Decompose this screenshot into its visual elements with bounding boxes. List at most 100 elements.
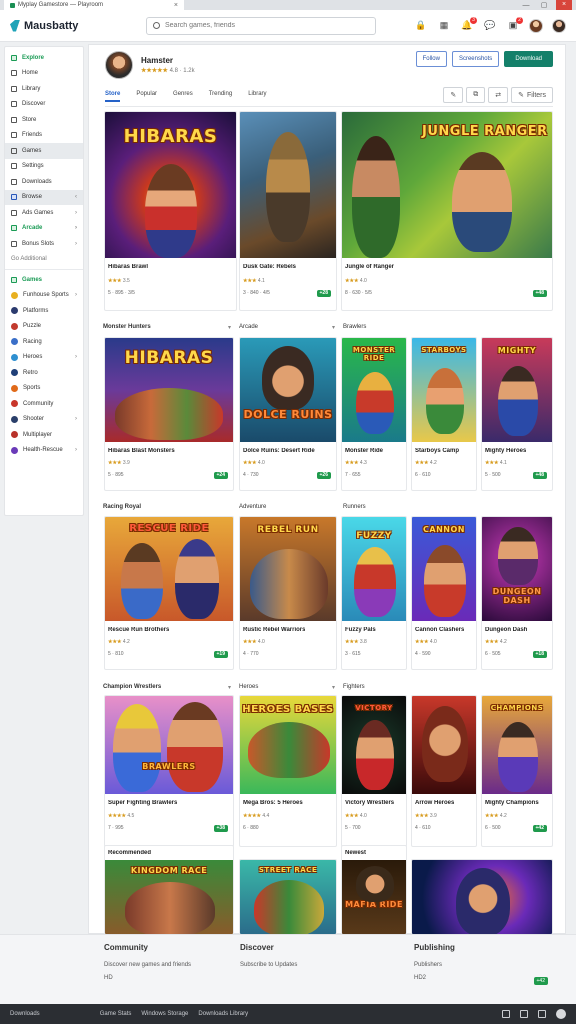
avatar[interactable] [552, 18, 566, 33]
sidebar-item-explore[interactable]: Explore [5, 50, 83, 66]
chevron-right-icon[interactable]: › [75, 225, 77, 231]
status-link[interactable]: Windows Storage [141, 1011, 188, 1017]
game-card[interactable]: REBEL RUN Rustic Rebel Warriors ★★★ 4.0 … [239, 516, 337, 670]
tab-store[interactable]: Store [105, 91, 121, 102]
sidebar-item-games-2[interactable]: Games [5, 272, 83, 288]
sidebar-item-games[interactable]: Games [5, 143, 83, 159]
game-title[interactable]: Dungeon Dash [485, 627, 527, 633]
share-icon[interactable]: ⇄ [488, 87, 509, 103]
game-title[interactable]: Mega Bros: 5 Heroes [243, 800, 303, 806]
game-title[interactable]: Hibaras Blast Monsters [108, 448, 175, 454]
game-title[interactable]: Super Fighting Brawlers [108, 800, 177, 806]
grid-icon[interactable]: ▦ [437, 19, 451, 33]
game-title[interactable]: Victory Wrestlers [345, 800, 394, 806]
chevron-down-icon[interactable]: ▾ [332, 324, 335, 331]
edit-icon[interactable]: ✎ [443, 87, 464, 103]
screenshots-button[interactable]: Screenshots [451, 51, 500, 67]
minimize-icon[interactable]: — [520, 2, 532, 9]
section-label[interactable]: Heroes ▾ [239, 684, 343, 691]
app-logo[interactable]: Mausbatty [0, 19, 140, 32]
game-title[interactable]: Jungle of Ranger [345, 264, 394, 270]
chevron-right-icon[interactable]: › [75, 241, 77, 247]
game-card[interactable] [411, 859, 553, 935]
game-title[interactable]: Arrow Heroes [415, 800, 454, 806]
sidebar-item-health-rescue[interactable]: Health-Rescue › [5, 443, 83, 459]
tab-popular[interactable]: Popular [136, 91, 157, 102]
sidebar-item-platforms[interactable]: Platforms [5, 303, 83, 319]
sidebar-item-browse[interactable]: Browse ‹ [5, 189, 83, 205]
chevron-right-icon[interactable]: › [75, 292, 77, 298]
game-card[interactable]: BRAWLERS Super Fighting Brawlers ★★★★ 4.… [104, 695, 234, 847]
section-label[interactable]: Adventure [239, 504, 343, 510]
section-label[interactable]: Arcade ▾ [239, 324, 343, 331]
cart-icon[interactable]: ▣ 2 [506, 16, 523, 33]
game-card[interactable]: DUNGEON DASH Dungeon Dash ★★★ 4.2 6 · 50… [481, 516, 553, 670]
section-label[interactable]: Brawlers [343, 324, 366, 330]
game-title[interactable]: Monster Ride [345, 448, 383, 454]
tab-genres[interactable]: Genres [173, 91, 193, 102]
footer-link[interactable]: Discover new games and friends [104, 962, 191, 968]
sidebar-item-friends[interactable]: Friends [5, 128, 83, 144]
section-label[interactable]: Monster Hunters ▾ [103, 324, 239, 331]
sidebar-item-arcade[interactable]: Arcade › [5, 221, 83, 237]
section-label[interactable]: Runners [343, 504, 366, 510]
chevron-down-icon[interactable]: ▾ [332, 684, 335, 691]
sidebar-item-downloads[interactable]: Downloads [5, 174, 83, 190]
search-input[interactable] [165, 22, 355, 29]
avatar[interactable] [529, 18, 543, 33]
game-card[interactable]: MONSTER RIDE Monster Ride ★★★ 4.3 7 · 65… [341, 337, 407, 491]
browser-tab[interactable]: Myplay Gamestore — Playroom × [4, 0, 184, 10]
sidebar-item-shooter[interactable]: Shooter › [5, 412, 83, 428]
game-card[interactable]: Arrow Heroes ★★★ 3.9 4 · 610 [411, 695, 477, 847]
game-title[interactable]: Rescue Run Brothers [108, 627, 169, 633]
tab-trending[interactable]: Trending [209, 91, 232, 102]
chevron-right-icon[interactable]: › [75, 447, 77, 453]
game-title[interactable]: Dolce Ruins: Desert Ride [243, 448, 315, 454]
footer-link[interactable]: HD [104, 975, 191, 981]
game-card[interactable]: STARBOYS Starboys Camp ★★★ 4.2 6 · 610 [411, 337, 477, 491]
game-card[interactable]: CHAMPIONS Mighty Champions ★★★ 4.2 6 · 5… [481, 695, 553, 847]
notification-icon[interactable]: 🔔 3 [460, 16, 477, 33]
section-label[interactable]: Champion Wrestlers ▾ [103, 684, 239, 691]
tray-icon[interactable] [520, 1010, 528, 1018]
section-label[interactable]: Fighters [343, 684, 365, 690]
sidebar-item-ads-games[interactable]: Ads Games › [5, 205, 83, 221]
sidebar-item-puzzle[interactable]: Puzzle [5, 319, 83, 335]
sidebar-item-home[interactable]: Home [5, 66, 83, 82]
download-button[interactable]: Download [504, 51, 553, 67]
sidebar-item-additional[interactable]: Go Additional [5, 252, 83, 268]
sidebar-item-sports[interactable]: Sports [5, 381, 83, 397]
game-card[interactable]: VICTORY Victory Wrestlers ★★★ 4.0 5 · 70… [341, 695, 407, 847]
game-title[interactable]: Cannon Clashers [415, 627, 464, 633]
game-card[interactable]: Recommended KINGDOM RACE [104, 845, 234, 935]
sidebar-item-discover[interactable]: Discover [5, 97, 83, 113]
chevron-right-icon[interactable]: › [75, 416, 77, 422]
game-title[interactable]: Rustic Rebel Warriors [243, 627, 305, 633]
profile-header[interactable]: Hamster ★★★★★ 4.8 · 1.2k [105, 51, 195, 79]
game-title[interactable]: Mighty Heroes [485, 448, 526, 454]
sidebar-item-retro[interactable]: Retro [5, 365, 83, 381]
chevron-down-icon[interactable]: ▾ [228, 324, 231, 331]
sidebar-item-store[interactable]: Store [5, 112, 83, 128]
status-link[interactable]: Downloads Library [198, 1011, 248, 1017]
section-label[interactable]: Racing Royal [103, 504, 239, 510]
game-card[interactable]: FUZZY Fuzzy Pals ★★★ 3.8 3 · 615 [341, 516, 407, 670]
game-card[interactable]: RESCUE RIDE Rescue Run Brothers ★★★ 4.2 … [104, 516, 234, 670]
game-card[interactable]: HIBARAS Hibaras Blast Monsters ★★★ 3.9 5… [104, 337, 234, 491]
tab-library[interactable]: Library [248, 91, 266, 102]
featured-card[interactable]: HIBARAS Hibaras Brawl ★★★ 3.5 5 · 895 · … [104, 111, 237, 311]
featured-card[interactable]: Dusk Gate: Rebels ★★★ 4.1 3 · 840 · 4/5 … [239, 111, 337, 311]
sidebar-item-heroes[interactable]: Heroes › [5, 350, 83, 366]
sidebar-item-settings[interactable]: Settings [5, 159, 83, 175]
chevron-right-icon[interactable]: › [75, 354, 77, 360]
game-card[interactable]: CANNON Cannon Clashers ★★★ 4.0 4 · 590 [411, 516, 477, 670]
game-title[interactable]: Fuzzy Pals [345, 627, 376, 633]
sidebar-item-community[interactable]: Community [5, 396, 83, 412]
sidebar-item-sports-fun[interactable]: Funhouse Sports › [5, 288, 83, 304]
chevron-right-icon[interactable]: › [75, 210, 77, 216]
footer-link[interactable]: Publishers [414, 962, 455, 968]
sidebar-item-bonus-slots[interactable]: Bonus Slots › [5, 236, 83, 252]
footer-link[interactable]: Subscribe to Updates [240, 962, 297, 968]
game-card[interactable]: HEROES BASES Mega Bros: 5 Heroes ★★★★ 4.… [239, 695, 337, 847]
close-tab-icon[interactable]: × [174, 2, 178, 9]
